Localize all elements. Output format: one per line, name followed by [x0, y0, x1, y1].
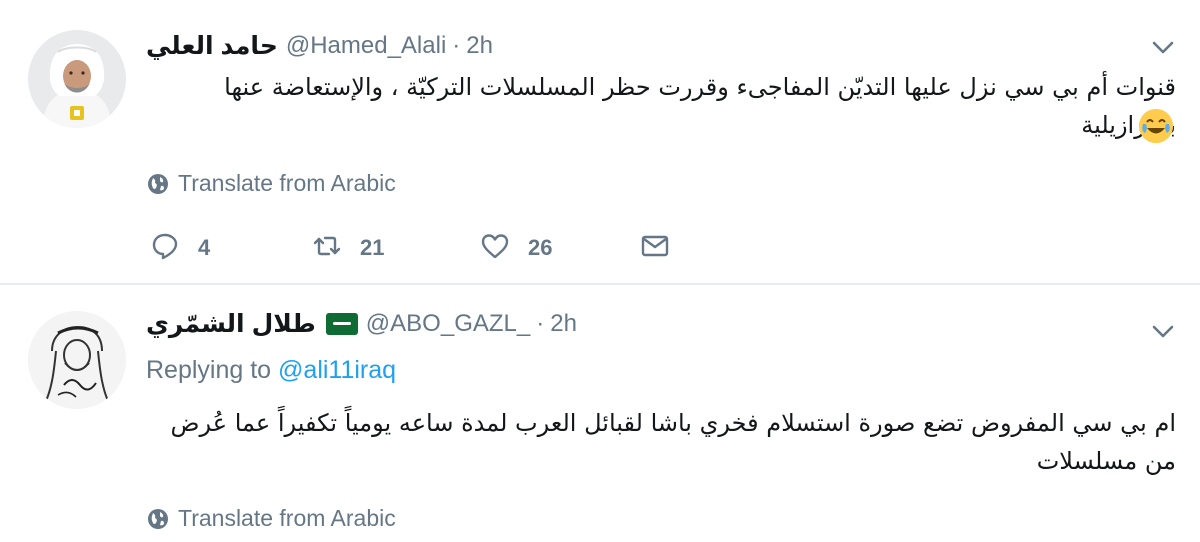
avatar[interactable]: [28, 30, 126, 128]
display-name[interactable]: حامد العلي: [146, 31, 278, 61]
tweet[interactable]: طلال الشمّري @ABO_GAZL_ · 2h Replying to…: [0, 285, 1200, 542]
reply-count: 4: [198, 235, 211, 260]
translate-link[interactable]: Translate from Arabic: [146, 170, 396, 197]
chevron-down-icon[interactable]: [1150, 318, 1176, 344]
avatar[interactable]: [28, 311, 126, 409]
chevron-down-icon[interactable]: [1150, 34, 1176, 60]
direct-message-button[interactable]: [640, 228, 670, 268]
joy-face-icon: [1139, 109, 1173, 143]
globe-icon: [146, 172, 170, 196]
retweet-button[interactable]: 21: [312, 228, 384, 268]
replying-to-label: Replying to: [146, 356, 272, 384]
time-separator: ·: [452, 32, 461, 59]
envelope-icon: [640, 231, 670, 266]
translate-label: Translate from Arabic: [178, 505, 396, 531]
saudi-flag-icon: [325, 313, 358, 335]
user-handle[interactable]: @ABO_GAZL_: [366, 310, 530, 338]
time-separator: ·: [536, 310, 545, 337]
timestamp[interactable]: 2h: [466, 32, 493, 60]
timestamp[interactable]: 2h: [550, 310, 577, 338]
heart-icon: [480, 231, 510, 266]
user-handle[interactable]: @Hamed_Alali: [286, 32, 446, 60]
translate-link[interactable]: Translate from Arabic: [146, 505, 396, 532]
translate-label: Translate from Arabic: [178, 170, 396, 196]
like-button[interactable]: 26: [480, 228, 552, 268]
globe-icon: [146, 507, 170, 531]
display-name[interactable]: طلال الشمّري: [146, 309, 316, 339]
tweet-text: ام بي سي المفروض تضع صورة استسلام فخري ب…: [170, 409, 1176, 475]
tweet-text: قنوات أم بي سي نزل عليها التديّن المفاجى…: [224, 73, 1176, 139]
reply-icon: [150, 231, 180, 266]
like-count: 26: [528, 235, 553, 260]
retweet-count: 21: [360, 235, 385, 260]
reply-button[interactable]: 4: [150, 228, 210, 268]
replying-to: Replying to @ali11iraq: [146, 356, 396, 385]
tweet-header: حامد العلي @Hamed_Alali · 2h: [146, 30, 493, 62]
tweet-header: طلال الشمّري @ABO_GAZL_ · 2h: [146, 308, 577, 340]
tweet[interactable]: حامد العلي @Hamed_Alali · 2h قنوات أم بي…: [0, 0, 1200, 285]
replying-to-link[interactable]: @ali11iraq: [278, 356, 396, 384]
retweet-icon: [312, 231, 342, 266]
